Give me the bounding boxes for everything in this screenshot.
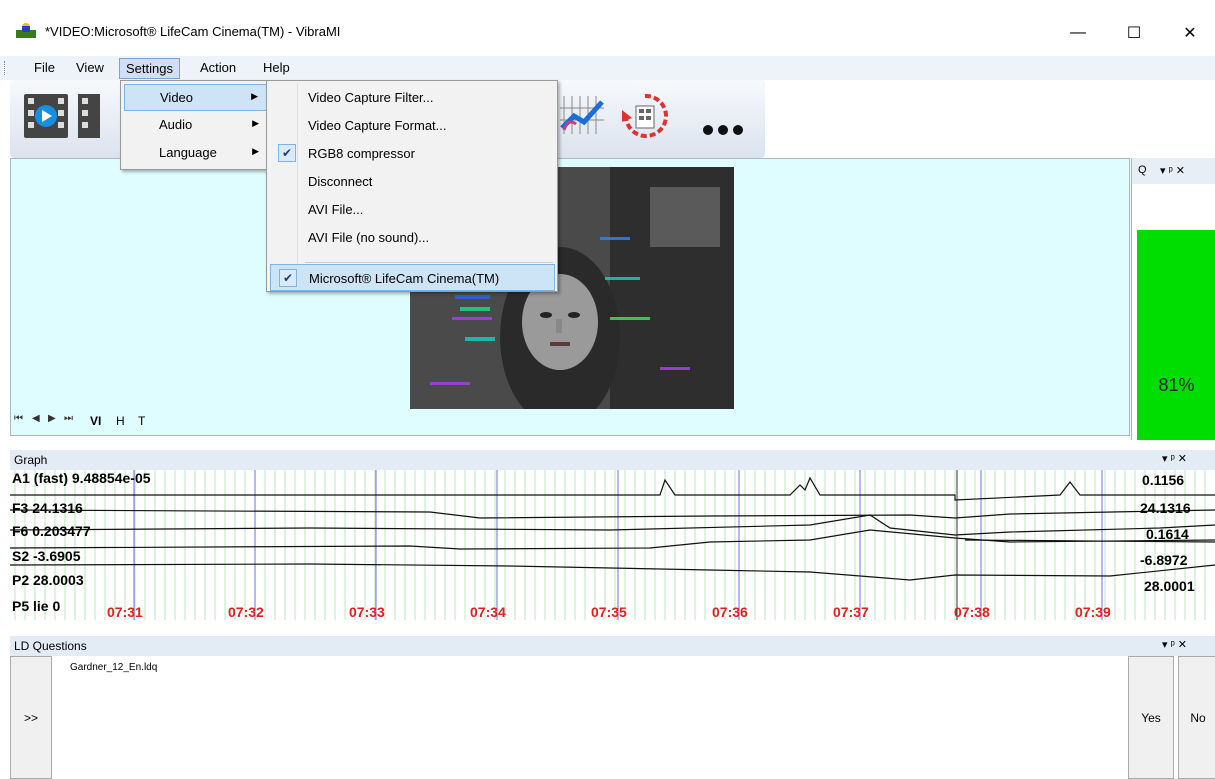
next-question-button[interactable]: >>: [10, 656, 52, 779]
settings-item-language-label: Language: [159, 145, 217, 160]
graph-right-p2: 28.0001: [1144, 578, 1195, 594]
app-icon: [16, 23, 36, 38]
film-tool-partial[interactable]: [76, 88, 100, 144]
refresh-calculator-icon: [622, 93, 668, 138]
reset-calc-tool[interactable]: [618, 88, 672, 144]
time-tick-label: 07:38: [954, 604, 990, 620]
quality-level-bar: 81%: [1137, 230, 1215, 440]
window-title: *VIDEO:Microsoft® LifeCam Cinema(TM) - V…: [45, 24, 341, 39]
graph-label-p2: P2 28.0003: [12, 572, 84, 588]
no-button[interactable]: No: [1178, 656, 1215, 779]
time-tick-label: 07:39: [1075, 604, 1111, 620]
film-play-icon: [24, 94, 68, 138]
more-tools-button[interactable]: [696, 88, 750, 144]
settings-item-audio-label: Audio: [159, 117, 193, 132]
menu-action[interactable]: Action: [194, 58, 242, 79]
quality-panel: Q ▾ ᵖ ✕ 81%: [1131, 158, 1215, 440]
ld-file-name: Gardner_12_En.ldq: [70, 662, 158, 673]
maximize-button[interactable]: ☐: [1111, 18, 1157, 48]
submenu-arrow-icon: ▶: [252, 146, 259, 156]
tab-t[interactable]: T: [132, 411, 151, 431]
time-tick-label: 07:32: [228, 604, 264, 620]
time-tick-label: 07:36: [712, 604, 748, 620]
graph-label-f6: F6 0.203477: [12, 523, 91, 539]
lifecam-device-item[interactable]: ✔ Microsoft® LifeCam Cinema(TM): [270, 264, 555, 291]
last-icon[interactable]: ⏭: [64, 413, 73, 424]
submenu-arrow-icon: ▶: [251, 91, 258, 101]
submenu-arrow-icon: ▶: [252, 118, 259, 128]
menubar-grip: [4, 61, 7, 75]
menu-view[interactable]: View: [70, 58, 110, 79]
menu-help[interactable]: Help: [257, 58, 296, 79]
settings-item-language[interactable]: Language ▶: [124, 140, 267, 167]
next-icon[interactable]: ▶: [48, 413, 56, 424]
graph-right-f3: 24.1316: [1140, 500, 1191, 516]
quality-value: 81%: [1158, 375, 1195, 395]
time-tick-label: 07:35: [591, 604, 627, 620]
graph-area: A1 (fast) 9.48854e-05 F3 24.1316 F6 0.20…: [10, 470, 1215, 628]
minimize-button[interactable]: —: [1055, 18, 1101, 48]
prev-icon[interactable]: ◀: [32, 413, 40, 424]
rgb8-compressor-label: RGB8 compressor: [308, 146, 415, 161]
quality-panel-title: Q: [1138, 164, 1147, 176]
graph-label-a1: A1 (fast) 9.48854e-05: [12, 470, 151, 486]
graph-label-f3: F3 24.1316: [12, 500, 83, 516]
time-tick-label: 07:31: [107, 604, 143, 620]
menu-separator: [305, 262, 553, 263]
title-bar: *VIDEO:Microsoft® LifeCam Cinema(TM) - V…: [0, 0, 1215, 56]
graph-title: Graph: [14, 453, 48, 467]
settings-item-video[interactable]: Video ▶: [124, 84, 267, 111]
settings-item-audio[interactable]: Audio ▶: [124, 112, 267, 139]
checkmark-icon: ✔: [278, 144, 296, 162]
close-button[interactable]: ✕: [1167, 18, 1213, 48]
graph-panel-controls[interactable]: ▾ ᵖ ✕: [1162, 452, 1187, 465]
avi-file-item[interactable]: AVI File...: [270, 196, 555, 223]
graph-right-a1: 0.1156: [1142, 472, 1185, 488]
menu-file[interactable]: File: [28, 58, 61, 79]
first-icon[interactable]: ⏮: [14, 413, 23, 424]
video-capture-format-item[interactable]: Video Capture Format...: [270, 112, 555, 139]
time-tick-label: 07:34: [470, 604, 506, 620]
menu-settings[interactable]: Settings: [119, 58, 180, 79]
graph-label-p5: P5 lie 0: [12, 598, 61, 614]
avi-file-no-sound-item[interactable]: AVI File (no sound)...: [270, 224, 555, 251]
play-video-tool[interactable]: [22, 88, 76, 144]
ld-questions-title: LD Questions: [14, 639, 87, 653]
menu-bar: File View Settings Action Help: [0, 56, 1215, 80]
time-tick-label: 07:37: [833, 604, 869, 620]
checkmark-icon: ✔: [279, 269, 297, 287]
ld-questions-area: >> Gardner_12_En.ldq Yes No: [10, 656, 1215, 779]
tab-vi[interactable]: VI: [84, 411, 107, 431]
tab-h[interactable]: H: [110, 411, 131, 431]
graph-panel-header: Graph ▾ ᵖ ✕: [10, 450, 1215, 470]
graph-right-f6: 0.1614: [1146, 526, 1189, 542]
yes-button[interactable]: Yes: [1128, 656, 1174, 779]
graph-label-s2: S2 -3.6905: [12, 548, 81, 564]
settings-item-video-label: Video: [160, 90, 194, 105]
lifecam-device-label: Microsoft® LifeCam Cinema(TM): [309, 271, 500, 286]
rgb8-compressor-item[interactable]: ✔ RGB8 compressor: [270, 140, 555, 167]
video-submenu: Video Capture Filter... Video Capture Fo…: [266, 80, 558, 292]
film-icon: [78, 94, 100, 138]
time-tick-label: 07:33: [349, 604, 385, 620]
chart-tool[interactable]: [558, 88, 612, 144]
ld-questions-header: LD Questions ▾ ᵖ ✕: [10, 636, 1215, 656]
ld-panel-controls[interactable]: ▾ ᵖ ✕: [1162, 638, 1187, 651]
quality-panel-header: Q ▾ ᵖ ✕: [1132, 158, 1215, 184]
disconnect-item[interactable]: Disconnect: [270, 168, 555, 195]
settings-dropdown: Video ▶ Audio ▶ Language ▶: [120, 80, 270, 170]
panel-controls[interactable]: ▾ ᵖ ✕: [1160, 164, 1185, 177]
chart-analysis-icon: [560, 96, 604, 134]
video-capture-filter-item[interactable]: Video Capture Filter...: [270, 84, 555, 111]
graph-right-s2: -6.8972: [1140, 552, 1188, 568]
more-icon: [703, 125, 743, 135]
